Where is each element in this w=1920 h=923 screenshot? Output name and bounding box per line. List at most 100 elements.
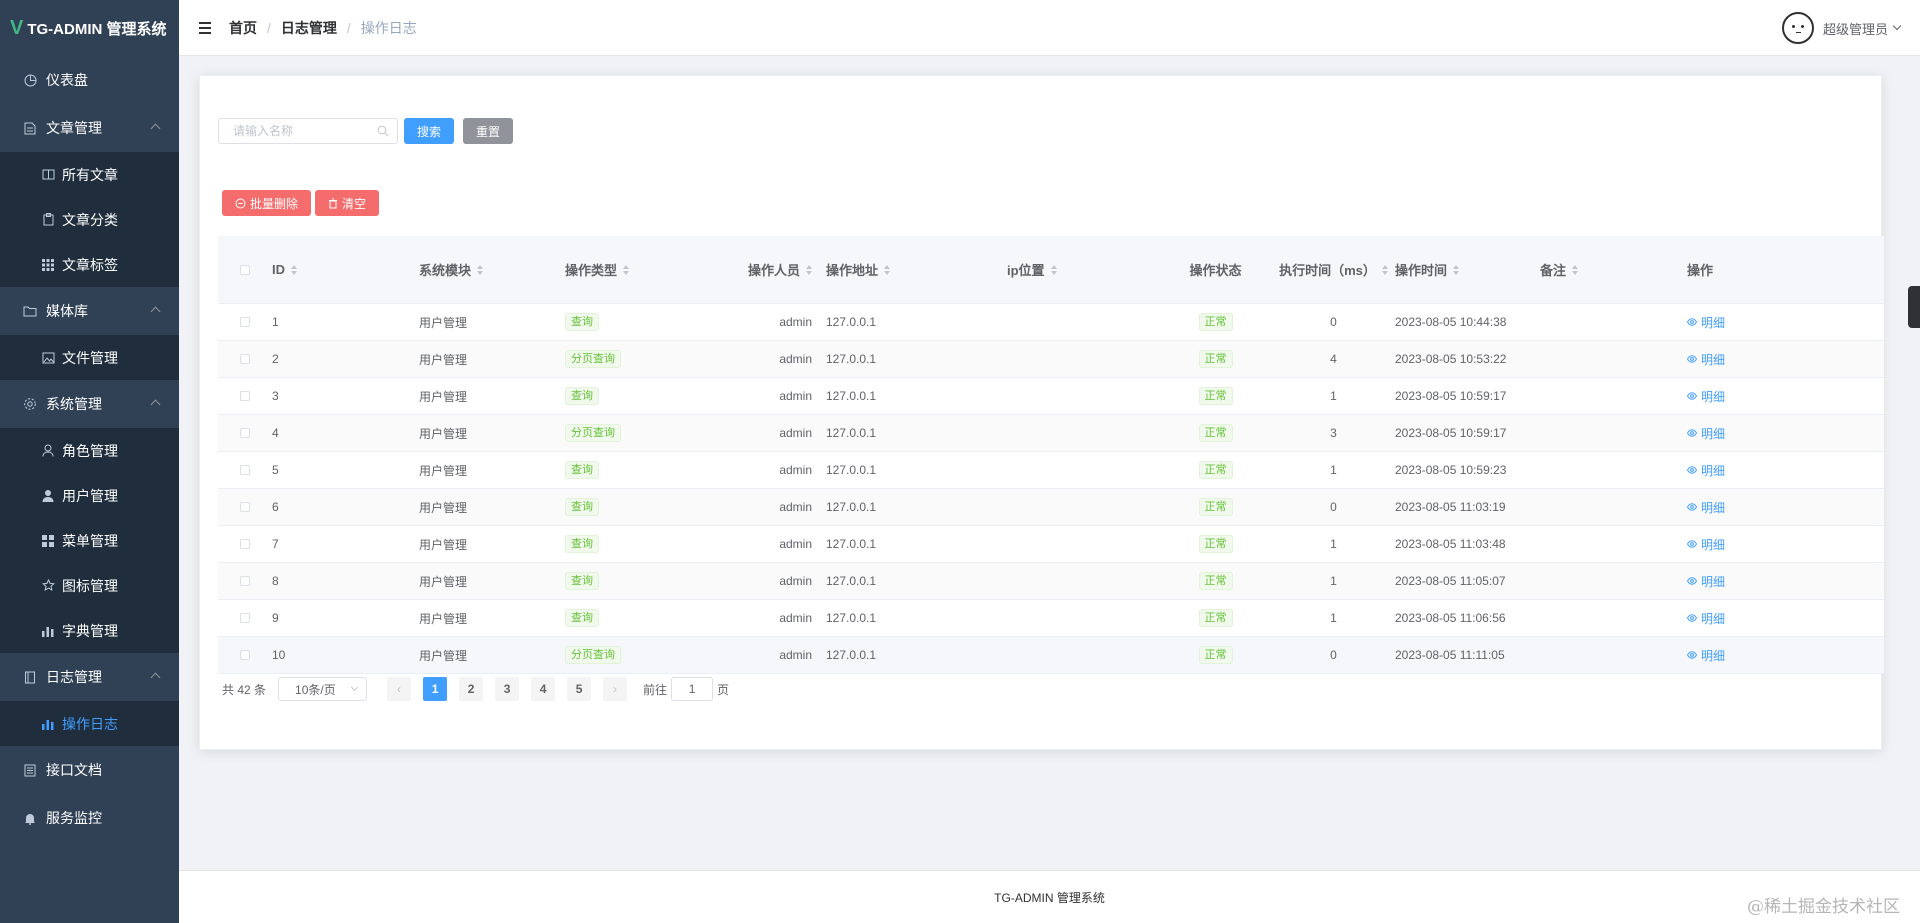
sidebar-item-0[interactable]: 仪表盘 — [0, 56, 179, 104]
prev-page-button[interactable]: ‹ — [387, 677, 412, 701]
search-input-wrapper[interactable] — [218, 118, 398, 144]
sort-caret-icon[interactable] — [1050, 264, 1057, 275]
table-row[interactable]: 5 用户管理 查询 admin 127.0.0.1 正常 1 2023-08-05 10:59… — [218, 452, 1884, 489]
table-row[interactable]: 9 用户管理 查询 admin 127.0.0.1 正常 1 2023-08-05 11:06… — [218, 600, 1884, 637]
app-logo[interactable]: V TG-ADMIN 管理系统 — [0, 0, 179, 56]
sort-caret-icon[interactable] — [291, 264, 297, 275]
remove-circle-icon — [235, 198, 246, 208]
page-button-1[interactable]: 1 — [423, 677, 448, 701]
detail-link[interactable]: 明细 — [1687, 499, 1725, 516]
detail-link[interactable]: 明细 — [1687, 388, 1725, 405]
batch-delete-button[interactable]: 批量删除 — [222, 190, 312, 216]
sidebar-item-2[interactable]: 媒体库 — [0, 287, 179, 335]
sidebar-item-6[interactable]: 服务监控 — [0, 794, 179, 842]
detail-link[interactable]: 明细 — [1687, 536, 1725, 553]
clear-button[interactable]: 清空 — [315, 190, 380, 216]
settings-drawer-handle[interactable] — [1908, 286, 1920, 328]
table-row[interactable]: 3 用户管理 查询 admin 127.0.0.1 正常 1 2023-08-05 10:59… — [218, 378, 1884, 415]
user-name[interactable]: 超级管理员 — [1823, 19, 1888, 38]
detail-link[interactable]: 明细 — [1687, 425, 1725, 442]
sort-caret-icon[interactable] — [884, 264, 891, 275]
row-checkbox[interactable] — [240, 539, 250, 549]
goto-page-input[interactable] — [671, 677, 714, 701]
select-all-checkbox[interactable] — [240, 264, 250, 275]
table-row[interactable]: 7 用户管理 查询 admin 127.0.0.1 正常 1 2023-08-05 11:03… — [218, 526, 1884, 563]
table-row[interactable]: 10 用户管理 分页查询 admin 127.0.0.1 正常 0 2023-08-05 11… — [218, 637, 1884, 674]
detail-link[interactable]: 明细 — [1687, 462, 1725, 479]
sidebar-item-4[interactable]: 日志管理 — [0, 653, 179, 701]
sidebar-item-label: 接口文档 — [46, 762, 102, 778]
column-header-7[interactable]: 执行时间（ms） — [1272, 236, 1395, 303]
page-button-2[interactable]: 2 — [459, 677, 484, 701]
sort-caret-icon[interactable] — [1453, 264, 1460, 275]
user-dropdown[interactable]: 超级管理员 — [1781, 12, 1902, 44]
sidebar-subitem-1-1[interactable]: 文章分类 — [0, 197, 179, 242]
row-checkbox[interactable] — [240, 465, 250, 475]
sidebar-subitem-4-0[interactable]: 操作日志 — [0, 701, 179, 746]
sidebar-subitem-3-4[interactable]: 字典管理 — [0, 608, 179, 653]
page-size-select[interactable]: 10条/页 — [278, 677, 368, 701]
sort-caret-icon[interactable] — [1572, 264, 1579, 275]
column-header-0[interactable]: ID — [272, 236, 419, 303]
column-header-1[interactable]: 系统模块 — [419, 236, 565, 303]
column-header-4[interactable]: 操作地址 — [826, 236, 1007, 303]
breadcrumb-home[interactable]: 首页 — [229, 18, 257, 38]
row-checkbox[interactable] — [240, 576, 250, 586]
sidebar-item-3[interactable]: 系统管理 — [0, 380, 179, 428]
row-checkbox[interactable] — [240, 613, 250, 623]
sidebar-item-5[interactable]: 接口文档 — [0, 746, 179, 794]
table-row[interactable]: 1 用户管理 查询 admin 127.0.0.1 正常 0 2023-08-05 10:44… — [218, 304, 1884, 341]
column-header-10: 操作 — [1687, 236, 1821, 303]
row-checkbox[interactable] — [240, 502, 250, 512]
sidebar-subitem-1-0[interactable]: 所有文章 — [0, 152, 179, 197]
status-badge: 正常 — [1198, 461, 1233, 479]
search-input[interactable] — [219, 119, 369, 143]
page-button-4[interactable]: 4 — [531, 677, 556, 701]
column-header-9[interactable]: 备注 — [1540, 236, 1687, 303]
sidebar-subitem-3-1[interactable]: 用户管理 — [0, 473, 179, 518]
sidebar-subitem-2-0[interactable]: 文件管理 — [0, 335, 179, 380]
sidebar-subitem-3-3[interactable]: 图标管理 — [0, 563, 179, 608]
row-checkbox[interactable] — [240, 391, 250, 401]
breadcrumb-log-management[interactable]: 日志管理 — [281, 18, 337, 38]
page-button-5[interactable]: 5 — [567, 677, 592, 701]
row-checkbox[interactable] — [240, 650, 250, 660]
table-row[interactable]: 2 用户管理 分页查询 admin 127.0.0.1 正常 4 2023-08-05 10:… — [218, 341, 1884, 378]
table-row[interactable]: 8 用户管理 查询 admin 127.0.0.1 正常 1 2023-08-05 11:05… — [218, 563, 1884, 600]
cell-status: 正常 — [1159, 378, 1272, 414]
detail-link[interactable]: 明细 — [1687, 314, 1725, 331]
row-checkbox[interactable] — [240, 317, 250, 327]
sidebar-subitem-label: 图标管理 — [62, 577, 118, 594]
cell-remark — [1540, 378, 1687, 414]
column-header-2[interactable]: 操作类型 — [565, 236, 710, 303]
row-checkbox[interactable] — [240, 354, 250, 364]
sort-caret-icon[interactable] — [1381, 264, 1388, 275]
goto-prefix: 前往 — [643, 682, 668, 697]
column-header-3[interactable]: 操作人员 — [710, 236, 826, 303]
hamburger-icon[interactable] — [199, 20, 215, 36]
cell-module: 用户管理 — [419, 463, 468, 478]
cell-operator: admin — [779, 648, 812, 662]
table-row[interactable]: 6 用户管理 查询 admin 127.0.0.1 正常 0 2023-08-05 11:03… — [218, 489, 1884, 526]
detail-link[interactable]: 明细 — [1687, 573, 1725, 590]
column-header-5[interactable]: ip位置 — [1007, 236, 1159, 303]
detail-link[interactable]: 明细 — [1687, 351, 1725, 368]
sort-caret-icon[interactable] — [477, 264, 484, 275]
detail-link[interactable]: 明细 — [1687, 647, 1725, 664]
reset-button[interactable]: 重置 — [463, 118, 513, 144]
sort-caret-icon[interactable] — [806, 264, 812, 275]
cell-type: 查询 — [565, 489, 710, 525]
sidebar-subitem-1-2[interactable]: 文章标签 — [0, 242, 179, 287]
sidebar-item-1[interactable]: 文章管理 — [0, 104, 179, 152]
row-checkbox[interactable] — [240, 428, 250, 438]
detail-link[interactable]: 明细 — [1687, 610, 1725, 627]
sidebar-subitem-3-2[interactable]: 菜单管理 — [0, 518, 179, 563]
avatar[interactable] — [1781, 12, 1814, 44]
search-button[interactable]: 搜索 — [404, 118, 454, 144]
column-header-8[interactable]: 操作时间 — [1395, 236, 1540, 303]
page-button-3[interactable]: 3 — [495, 677, 520, 701]
sidebar-subitem-3-0[interactable]: 角色管理 — [0, 428, 179, 473]
sort-caret-icon[interactable] — [623, 264, 630, 275]
next-page-button[interactable]: › — [603, 677, 628, 701]
table-row[interactable]: 4 用户管理 分页查询 admin 127.0.0.1 正常 3 2023-08-05 10:… — [218, 415, 1884, 452]
